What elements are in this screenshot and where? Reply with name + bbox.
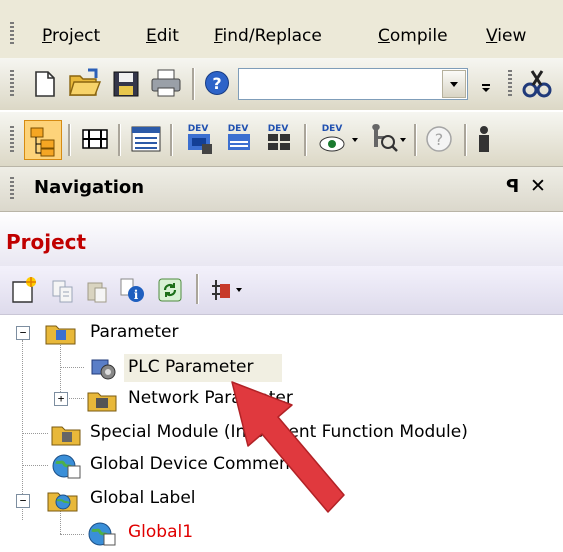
red-arrow-annotation — [231, 381, 345, 513]
